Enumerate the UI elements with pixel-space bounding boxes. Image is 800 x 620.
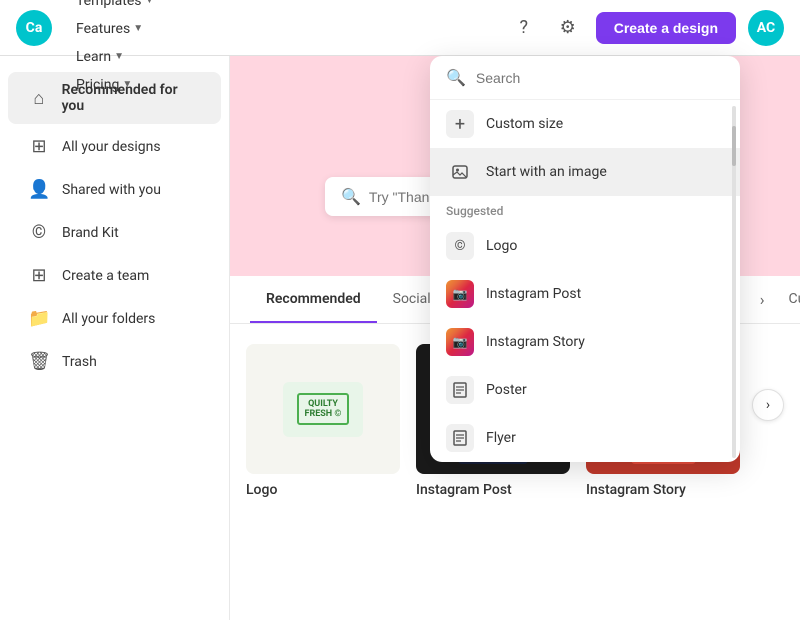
sidebar-item-shared[interactable]: 👤 Shared with you <box>8 169 221 210</box>
suggested-label: Suggested <box>430 196 740 222</box>
scrollbar-thumb[interactable] <box>732 126 736 166</box>
person-icon: 👤 <box>28 179 50 200</box>
dropdown-start-with-image[interactable]: Start with an image <box>430 148 740 196</box>
search-icon: 🔍 <box>341 187 361 206</box>
nav-features[interactable]: Features ▼ <box>68 15 162 43</box>
brand-icon: © <box>28 222 50 243</box>
sidebar-item-folders[interactable]: 📁 All your folders <box>8 298 221 339</box>
sidebar-item-trash[interactable]: 🗑 Trash <box>8 341 221 382</box>
tab-custom-size[interactable]: Custom Size <box>773 277 800 323</box>
instagram-story-label: Instagram Story <box>586 482 740 498</box>
logo-icon: © <box>446 232 474 260</box>
pricing-arrow: ▼ <box>122 79 132 90</box>
image-icon <box>446 158 474 186</box>
settings-button[interactable]: ⚙ <box>552 12 584 44</box>
sidebar-item-create-team[interactable]: ⊞ Create a team <box>8 255 221 296</box>
logo-card-preview: QUILTYFRESH © <box>283 382 363 437</box>
folder-icon: 📁 <box>28 308 50 329</box>
sidebar: ⌂ Recommended for you ⊞ All your designs… <box>0 56 230 620</box>
dropdown-search-bar[interactable]: 🔍 <box>430 56 740 100</box>
poster-icon <box>446 376 474 404</box>
nav-pricing[interactable]: Pricing ▼ <box>68 71 162 99</box>
create-design-button[interactable]: Create a design <box>596 12 736 44</box>
sidebar-item-all-designs[interactable]: ⊞ All your designs <box>8 126 221 167</box>
tab-recommended[interactable]: Recommended <box>250 277 377 323</box>
instagram-post-label: Instagram Post <box>416 482 570 498</box>
grid-icon: ⊞ <box>28 136 50 157</box>
dropdown-search-input[interactable] <box>476 70 724 86</box>
help-button[interactable]: ? <box>508 12 540 44</box>
scrollbar-track <box>732 106 736 458</box>
logo-label: Logo <box>246 482 400 498</box>
main-nav: Home Templates ▼ Features ▼ Learn ▼ Pric… <box>68 0 166 99</box>
canva-logo[interactable]: Ca <box>16 10 52 46</box>
dropdown-search-icon: 🔍 <box>446 68 466 87</box>
flyer-icon <box>446 424 474 452</box>
avatar[interactable]: AC <box>748 10 784 46</box>
home-icon: ⌂ <box>28 88 50 109</box>
gallery-next-button[interactable]: › <box>752 389 784 421</box>
trash-icon: 🗑 <box>28 351 50 372</box>
features-arrow: ▼ <box>133 23 143 34</box>
search-dropdown: 🔍 + Custom size Start with an image Sugg… <box>430 56 740 462</box>
dropdown-logo[interactable]: © Logo <box>430 222 740 270</box>
dropdown-poster[interactable]: Poster <box>430 366 740 414</box>
sidebar-item-brand-kit[interactable]: © Brand Kit <box>8 212 221 253</box>
team-icon: ⊞ <box>28 265 50 286</box>
dropdown-instagram-post[interactable]: 📷 Instagram Post <box>430 270 740 318</box>
plus-icon: + <box>446 110 474 138</box>
learn-arrow: ▼ <box>114 51 124 62</box>
logo-thumb: QUILTYFRESH © <box>246 344 400 474</box>
dropdown-instagram-story[interactable]: 📷 Instagram Story <box>430 318 740 366</box>
tabs-next-arrow[interactable]: › <box>752 276 773 323</box>
dropdown-custom-size[interactable]: + Custom size <box>430 100 740 148</box>
nav-templates[interactable]: Templates ▼ <box>68 0 162 15</box>
dropdown-flyer[interactable]: Flyer <box>430 414 740 462</box>
logo-text: Ca <box>26 20 43 36</box>
gallery-item-logo[interactable]: QUILTYFRESH © Logo <box>246 344 400 498</box>
instagram-story-icon: 📷 <box>446 328 474 356</box>
header-right: ? ⚙ Create a design AC <box>508 10 784 46</box>
instagram-post-icon: 📷 <box>446 280 474 308</box>
gallery-nav: › <box>752 344 784 421</box>
templates-arrow: ▼ <box>145 0 155 6</box>
nav-learn[interactable]: Learn ▼ <box>68 43 162 71</box>
header: Ca Home Templates ▼ Features ▼ Learn ▼ P… <box>0 0 800 56</box>
